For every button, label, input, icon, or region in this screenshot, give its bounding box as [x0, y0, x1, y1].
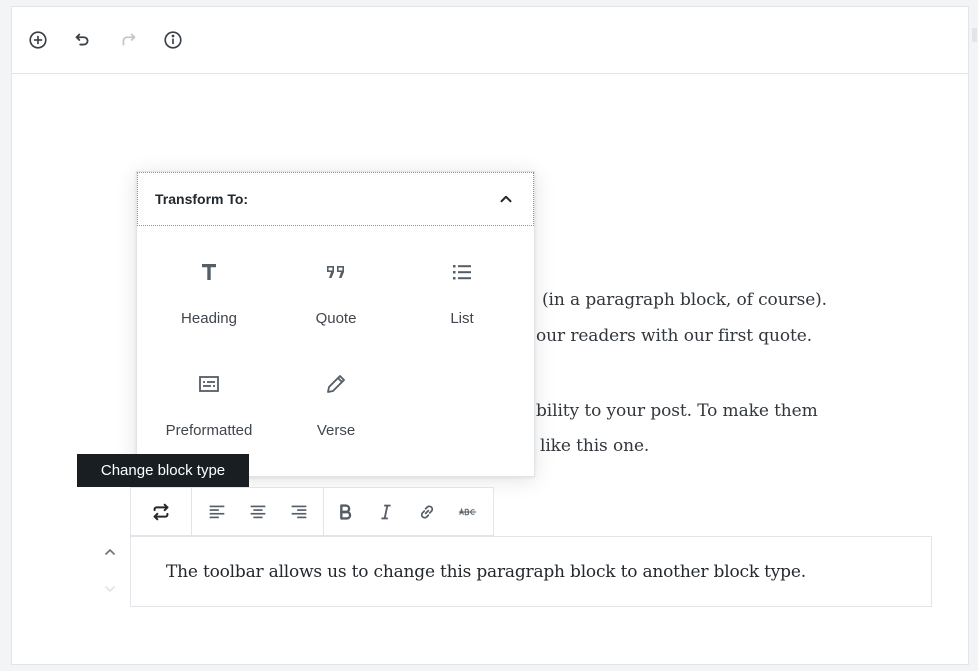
- paragraph-text-line: (in a paragraph block, of course).: [542, 290, 827, 310]
- transform-item-label: List: [450, 310, 474, 327]
- scrollbar-thumb[interactable]: [972, 28, 977, 42]
- italic-button[interactable]: [365, 488, 406, 535]
- verse-icon: [327, 375, 345, 393]
- chevron-up-icon: [105, 549, 115, 555]
- list-icon: [453, 265, 471, 280]
- link-button[interactable]: [406, 488, 447, 535]
- transform-item-label: Preformatted: [165, 422, 253, 439]
- strikethrough-button[interactable]: [447, 488, 488, 535]
- info-icon: [164, 31, 182, 49]
- bold-icon: [339, 503, 351, 520]
- align-right-button[interactable]: [278, 488, 319, 535]
- paragraph-text-line: bility to your post. To make them: [536, 401, 818, 421]
- align-center-button[interactable]: [237, 488, 278, 535]
- transform-item-label: Quote: [315, 310, 357, 327]
- block-switcher-group: [131, 488, 192, 535]
- alignment-group: [192, 488, 324, 535]
- redo-button[interactable]: [115, 27, 141, 53]
- chevron-down-icon: [105, 586, 115, 592]
- preformatted-icon: [199, 376, 219, 392]
- change-block-type-button[interactable]: [131, 488, 191, 535]
- bold-button[interactable]: [324, 488, 365, 535]
- add-block-button[interactable]: [25, 27, 51, 53]
- add-block-icon: [29, 31, 47, 49]
- align-center-icon: [250, 505, 265, 518]
- top-toolbar: [12, 7, 968, 74]
- heading-icon: [202, 264, 216, 280]
- chevron-up-icon: [500, 195, 512, 203]
- align-left-button[interactable]: [196, 488, 237, 535]
- block-toolbar: [130, 487, 494, 536]
- transform-to-verse[interactable]: Verse: [271, 366, 401, 462]
- transform-item-label: Verse: [316, 422, 356, 439]
- format-group: [324, 488, 488, 535]
- paragraph-text-line: like this one.: [540, 436, 650, 456]
- undo-icon: [75, 33, 89, 46]
- transform-to-heading[interactable]: Heading: [144, 254, 274, 350]
- tooltip: Change block type: [77, 454, 249, 487]
- align-right-icon: [291, 505, 306, 518]
- transform-to-quote[interactable]: Quote: [271, 254, 401, 350]
- info-button[interactable]: [160, 27, 186, 53]
- paragraph-text-line: our readers with our first quote.: [536, 326, 812, 346]
- transform-popover: Transform To: Heading Quote List Preform…: [136, 171, 535, 477]
- move-up-button[interactable]: [97, 541, 123, 563]
- change-block-type-icon: [153, 503, 169, 520]
- align-left-icon: [209, 505, 224, 518]
- transform-to-list[interactable]: List: [397, 254, 527, 350]
- redo-icon: [122, 33, 136, 46]
- undo-button[interactable]: [70, 27, 96, 53]
- popover-title: Transform To:: [155, 191, 249, 207]
- paragraph-block[interactable]: The toolbar allows us to change this par…: [130, 536, 932, 607]
- transform-popover-header[interactable]: Transform To:: [137, 172, 534, 226]
- paragraph-text[interactable]: The toolbar allows us to change this par…: [166, 562, 806, 582]
- link-icon: [420, 504, 433, 519]
- transform-item-label: Heading: [181, 310, 237, 327]
- quote-icon: [327, 266, 344, 278]
- move-down-button[interactable]: [97, 578, 123, 600]
- italic-icon: [380, 504, 391, 519]
- scrollbar-strip: [969, 0, 978, 671]
- strikethrough-icon: [458, 507, 476, 515]
- transform-to-preformatted[interactable]: Preformatted: [144, 366, 274, 462]
